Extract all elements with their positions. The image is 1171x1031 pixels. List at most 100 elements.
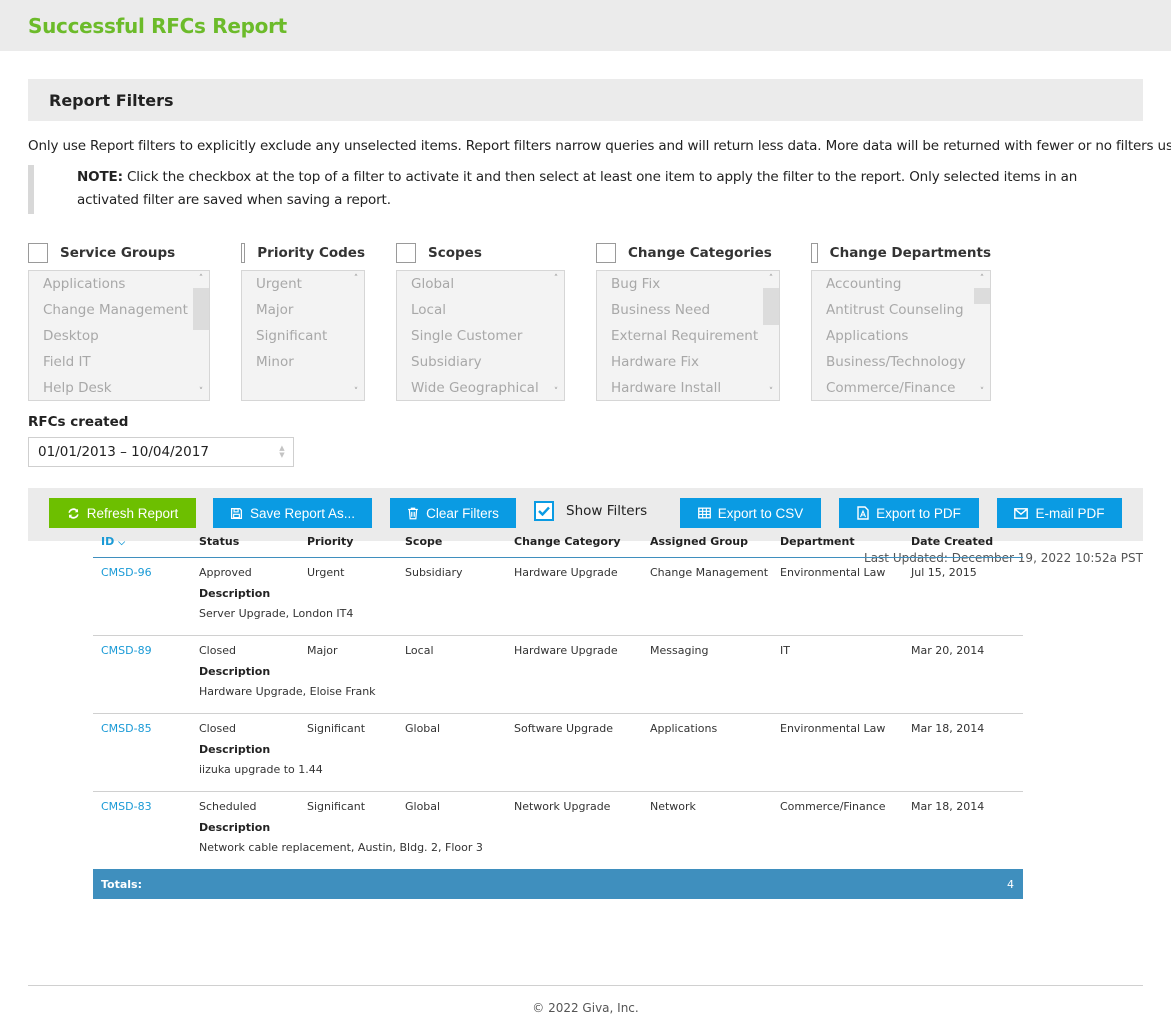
column-header-id[interactable]: ID ⌵ [93, 527, 191, 558]
rfc-id-link[interactable]: CMSD-83 [101, 800, 152, 813]
save-report-as-button[interactable]: Save Report As... [213, 498, 372, 528]
list-option[interactable]: Field IT [29, 349, 209, 375]
group-cell: Network [650, 799, 696, 813]
column-header-assigned-group[interactable]: Assigned Group [642, 527, 772, 558]
list-option[interactable]: Urgent [242, 271, 364, 297]
rfc-id-link[interactable]: CMSD-85 [101, 722, 152, 735]
list-option[interactable]: Global [397, 271, 564, 297]
list-option[interactable]: Commerce/Finance [812, 375, 990, 400]
scroll-down-icon[interactable]: ˅ [974, 384, 990, 400]
scroll-up-icon[interactable]: ˄ [763, 271, 779, 287]
page-title: Successful RFCs Report [28, 13, 287, 38]
column-header-scope[interactable]: Scope [397, 527, 506, 558]
pdf-file-icon [857, 506, 869, 520]
table-header-row: ID ⌵ Status Priority Scope Change Categor… [93, 527, 1023, 558]
priority-codes-listbox[interactable]: Urgent Major Significant Minor ˄ ˅ [241, 270, 365, 401]
list-option[interactable]: Change Management [29, 297, 209, 323]
list-option[interactable]: Business Need [597, 297, 779, 323]
column-header-priority[interactable]: Priority [299, 527, 397, 558]
list-option[interactable]: Subsidiary [397, 349, 564, 375]
list-option[interactable]: Single Customer [397, 323, 564, 349]
list-option[interactable]: Applications [29, 271, 209, 297]
scroll-thumb[interactable] [974, 288, 990, 304]
scroll-down-icon[interactable]: ˅ [348, 384, 364, 400]
show-filters-checkbox[interactable] [534, 501, 554, 521]
column-header-status[interactable]: Status [191, 527, 299, 558]
list-option[interactable]: Desktop [29, 323, 209, 349]
clear-filters-button[interactable]: Clear Filters [390, 498, 516, 528]
service-groups-listbox[interactable]: Applications Change Management Desktop F… [28, 270, 210, 401]
change-categories-listbox[interactable]: Bug Fix Business Need External Requireme… [596, 270, 780, 401]
email-pdf-button[interactable]: E-mail PDF [997, 498, 1122, 528]
scroll-thumb[interactable] [193, 288, 209, 330]
date-cell: Jul 15, 2015 [911, 565, 977, 579]
list-option[interactable]: Local [397, 297, 564, 323]
description-label: Description [199, 587, 271, 600]
date-range-input[interactable]: 01/01/2013 – 10/04/2017 ▲ ▼ [28, 437, 294, 467]
chevron-down-icon: ⌵ [118, 538, 126, 549]
filter-priority-codes: Priority Codes Urgent Major Significant … [241, 242, 365, 401]
export-csv-button[interactable]: Export to CSV [680, 498, 821, 528]
scrollbar[interactable]: ˄ ˅ [763, 271, 779, 400]
list-option[interactable]: External Requirement [597, 323, 779, 349]
list-option[interactable]: Wide Geographical [397, 375, 564, 400]
rfc-id-link[interactable]: CMSD-89 [101, 644, 152, 657]
scopes-listbox[interactable]: Global Local Single Customer Subsidiary … [396, 270, 565, 401]
description-row: Description iizuka upgrade to 1.44 [93, 743, 1023, 792]
service-groups-checkbox[interactable] [28, 243, 48, 263]
date-range-value: 01/01/2013 – 10/04/2017 [38, 444, 209, 460]
scope-cell: Global [405, 721, 441, 735]
scroll-up-icon[interactable]: ˄ [548, 271, 564, 287]
list-option[interactable]: Business/Technology [812, 349, 990, 375]
rfc-id-link[interactable]: CMSD-96 [101, 566, 152, 579]
list-option[interactable]: Minor [242, 349, 364, 375]
list-option[interactable]: Antitrust Counseling [812, 297, 990, 323]
column-header-change-category[interactable]: Change Category [506, 527, 642, 558]
scope-cell: Subsidiary [405, 565, 463, 579]
refresh-report-button[interactable]: Refresh Report [49, 498, 196, 528]
export-pdf-button[interactable]: Export to PDF [839, 498, 979, 528]
filters-note: NOTE: Click the checkbox at the top of a… [28, 165, 1143, 214]
list-option[interactable]: Bug Fix [597, 271, 779, 297]
list-option[interactable]: Help Desk [29, 375, 209, 400]
list-option[interactable]: Accounting [812, 271, 990, 297]
rfcs-created-label: RFCs created [28, 414, 129, 430]
group-cell: Change Management [650, 565, 769, 579]
scroll-up-icon[interactable]: ˄ [974, 271, 990, 287]
scroll-up-icon[interactable]: ˄ [348, 271, 364, 287]
description-label: Description [199, 821, 271, 834]
scopes-checkbox[interactable] [396, 243, 416, 263]
list-option[interactable]: Hardware Install [597, 375, 779, 400]
description-text: iizuka upgrade to 1.44 [199, 763, 323, 776]
scrollbar[interactable]: ˄ ˅ [974, 271, 990, 400]
table-row: CMSD-85 Closed Significant Global Softwa… [93, 713, 1023, 743]
list-option[interactable]: Major [242, 297, 364, 323]
scroll-down-icon[interactable]: ˅ [763, 384, 779, 400]
list-option[interactable]: Hardware Fix [597, 349, 779, 375]
show-filters-toggle[interactable]: Show Filters [534, 501, 647, 521]
change-departments-listbox[interactable]: Accounting Antitrust Counseling Applicat… [811, 270, 991, 401]
scrollbar[interactable]: ˄ ˅ [193, 271, 209, 400]
priority-codes-checkbox[interactable] [241, 243, 246, 263]
list-option[interactable]: Significant [242, 323, 364, 349]
scroll-thumb[interactable] [763, 288, 779, 325]
export-pdf-label: Export to PDF [876, 505, 961, 521]
list-option[interactable]: Applications [812, 323, 990, 349]
scroll-up-icon[interactable]: ˄ [193, 271, 209, 287]
scroll-down-icon[interactable]: ˅ [193, 384, 209, 400]
department-cell: Environmental Law [780, 565, 886, 579]
scrollbar[interactable]: ˄ ˅ [348, 271, 364, 400]
table-row: CMSD-83 Scheduled Significant Global Net… [93, 791, 1023, 821]
column-header-date-created[interactable]: Date Created [903, 527, 1023, 558]
scroll-down-icon[interactable]: ˅ [548, 384, 564, 400]
status-cell: Closed [199, 643, 236, 657]
description-row: Description Hardware Upgrade, Eloise Fran… [93, 665, 1023, 714]
priority-cell: Urgent [307, 565, 345, 579]
spinner-icon[interactable]: ▲ ▼ [277, 445, 287, 459]
change-departments-checkbox[interactable] [811, 243, 818, 263]
envelope-icon [1014, 507, 1029, 519]
column-header-department[interactable]: Department [772, 527, 903, 558]
scrollbar[interactable]: ˄ ˅ [548, 271, 564, 400]
change-categories-checkbox[interactable] [596, 243, 616, 263]
priority-cell: Significant [307, 721, 366, 735]
